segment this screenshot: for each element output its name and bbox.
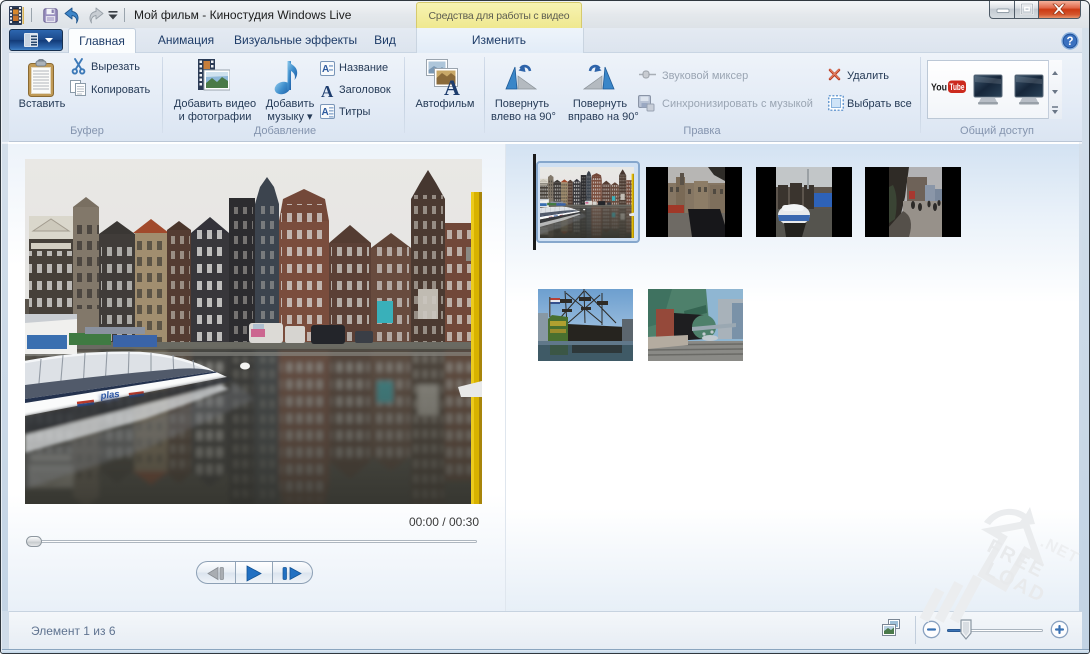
svg-text:Tube: Tube [950,82,965,92]
svg-text:A: A [321,82,334,99]
svg-text:A: A [322,64,329,75]
svg-text:A: A [444,75,460,96]
svg-text:You: You [931,83,947,94]
svg-text:A: A [322,107,329,118]
svg-text:?: ? [1066,36,1073,48]
